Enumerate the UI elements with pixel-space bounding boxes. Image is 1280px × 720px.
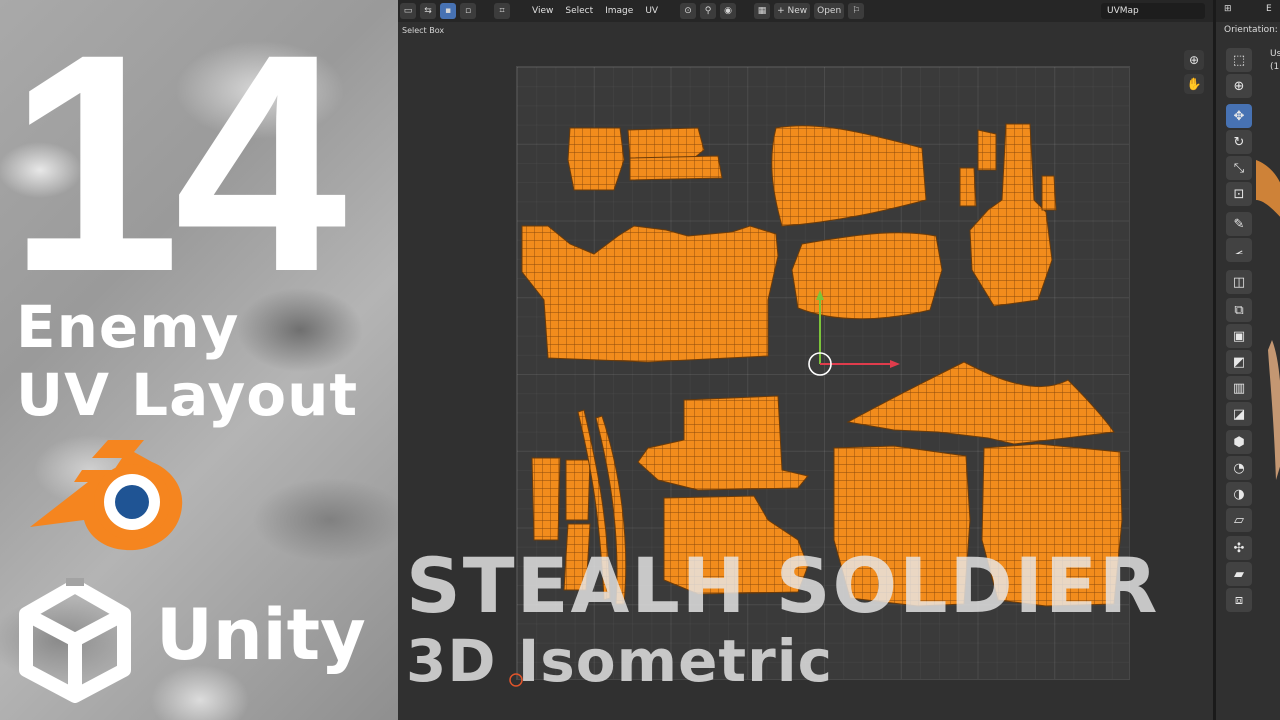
scale-icon[interactable]: ⤡: [1226, 156, 1252, 180]
uv-island-torso: [521, 225, 779, 363]
title-uv-layout: UV Layout: [16, 361, 359, 429]
overlay-title: STEALH SOLDIER: [406, 541, 1160, 630]
orientation-label: Orientation:: [1224, 25, 1278, 35]
transform-icon[interactable]: ⊡: [1226, 182, 1252, 206]
spin-icon[interactable]: ◔: [1226, 456, 1252, 480]
add-cube-icon[interactable]: ◫: [1226, 270, 1252, 294]
thumbnail-panel: 14 Enemy UV Layout Unity: [0, 0, 398, 720]
uv-island-chest: [771, 125, 927, 227]
uv-island-shoulder: [846, 361, 1115, 445]
smooth-icon[interactable]: ◑: [1226, 482, 1252, 506]
viewport-header: ⊞ E: [1216, 0, 1280, 22]
episode-number: 14: [8, 0, 347, 336]
zoom-icon[interactable]: ⊕: [1184, 50, 1204, 70]
unity-label: Unity: [156, 594, 366, 676]
3d-viewport-panel[interactable]: ⊞ E Orientation: Use (1) ⬚ ⊕ ✥ ↻ ⤡ ⊡ ✎ ⦟…: [1213, 0, 1280, 720]
knife-icon[interactable]: ◪: [1226, 402, 1252, 426]
blender-logo: [30, 440, 183, 551]
shear-icon[interactable]: ▰: [1226, 562, 1252, 586]
loop-cut-icon[interactable]: ▥: [1226, 376, 1252, 400]
cursor-icon[interactable]: ⊕: [1226, 74, 1252, 98]
uv-island-small-parts: [567, 127, 625, 191]
viewport-info: Use (1): [1270, 48, 1280, 74]
uv-editor[interactable]: ▭ ⇆ ▪ ▫ ⌗ View Select Image UV ⊙ ⚲ ◉ ▦ +…: [398, 0, 1213, 720]
title-enemy: Enemy: [16, 293, 240, 361]
select-box-icon[interactable]: ⬚: [1226, 48, 1252, 72]
viewport-mode-icon[interactable]: ⊞: [1224, 4, 1232, 14]
rip-region-icon[interactable]: ⧈: [1226, 588, 1252, 612]
move-icon[interactable]: ✥: [1226, 104, 1252, 128]
hand-pan-icon[interactable]: ✋: [1184, 74, 1204, 94]
shrink-fatten-icon[interactable]: ✣: [1226, 536, 1252, 560]
rotate-icon[interactable]: ↻: [1226, 130, 1252, 154]
extrude-icon[interactable]: ⧉: [1226, 298, 1252, 322]
measure-icon[interactable]: ⦟: [1226, 238, 1252, 262]
annotate-icon[interactable]: ✎: [1226, 212, 1252, 236]
edge-slide-icon[interactable]: ▱: [1226, 508, 1252, 532]
unity-logo: [19, 578, 131, 703]
bevel-icon[interactable]: ◩: [1226, 350, 1252, 374]
inset-icon[interactable]: ▣: [1226, 324, 1252, 348]
uv-island-belly: [791, 232, 943, 320]
poly-build-icon[interactable]: ⬢: [1226, 430, 1252, 454]
uv-island-arm: [637, 395, 809, 491]
viewport-info-line-2: (1): [1270, 62, 1280, 72]
viewport-header-label: E: [1266, 4, 1272, 14]
viewport-info-line-1: Use: [1270, 49, 1280, 59]
overlay-subtitle: 3D Isometric: [406, 627, 834, 695]
